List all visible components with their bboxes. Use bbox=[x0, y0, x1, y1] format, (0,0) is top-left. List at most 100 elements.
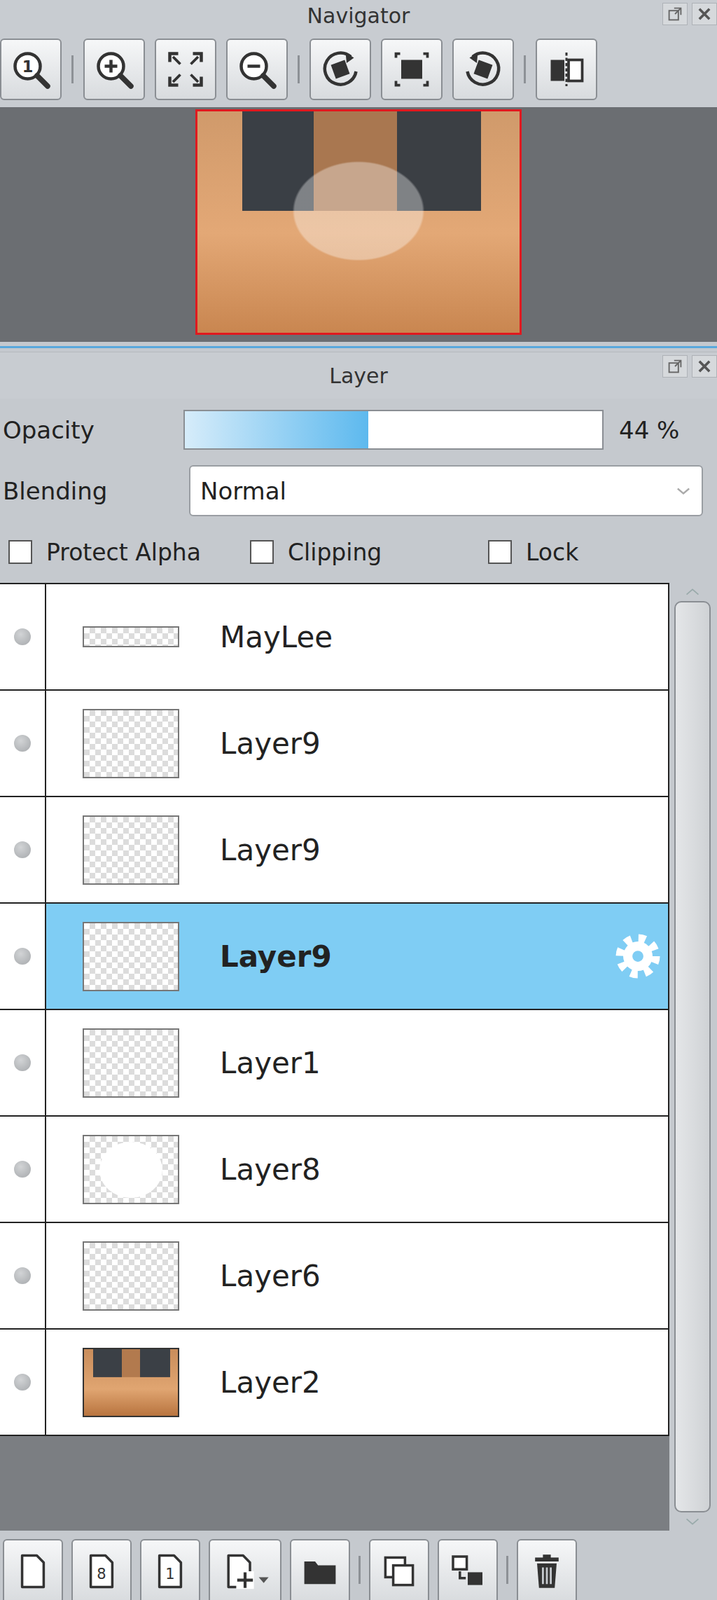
window-button[interactable] bbox=[662, 2, 688, 26]
option-label: Protect Alpha bbox=[46, 538, 201, 566]
window-buttons bbox=[662, 354, 717, 378]
layer-tool-button[interactable]: 8 bbox=[71, 1538, 132, 1600]
layer-thumbnail bbox=[82, 1240, 180, 1311]
layer-row[interactable]: Layer2 bbox=[0, 1328, 670, 1436]
visibility-dot bbox=[14, 840, 31, 858]
option-label: Lock bbox=[525, 538, 579, 566]
scroll-down-icon[interactable] bbox=[684, 1515, 701, 1526]
navigator-tool-button[interactable] bbox=[535, 38, 598, 101]
blending-value: Normal bbox=[200, 476, 675, 505]
layer-name: Layer9 bbox=[219, 938, 332, 974]
visibility-dot bbox=[14, 734, 31, 752]
scroll-up-icon[interactable] bbox=[684, 586, 701, 597]
layer-row[interactable]: Layer1 bbox=[0, 1009, 670, 1117]
window-button[interactable] bbox=[662, 354, 688, 378]
visibility-dot bbox=[14, 1053, 31, 1071]
layer-tool-button[interactable] bbox=[208, 1538, 282, 1600]
layer-list-area: MayLeeLayer9Layer9Layer9Layer1Layer8Laye… bbox=[0, 582, 717, 1530]
layer-tool-button[interactable] bbox=[289, 1538, 351, 1600]
svg-text:1: 1 bbox=[165, 1564, 175, 1582]
app: Navigator1LayerOpacity44 %BlendingNormal… bbox=[0, 0, 717, 1600]
layer-tool-button[interactable] bbox=[369, 1538, 430, 1600]
option-checkbox[interactable]: Lock bbox=[488, 538, 717, 566]
visibility-dot bbox=[14, 1373, 31, 1390]
rotate-reset-icon bbox=[390, 48, 433, 91]
layer-row[interactable]: Layer9 bbox=[0, 903, 670, 1010]
layer-thumbnail bbox=[82, 921, 180, 991]
opacity-fill bbox=[184, 411, 369, 449]
layer-name: Layer9 bbox=[219, 832, 321, 867]
visibility-toggle[interactable] bbox=[0, 690, 47, 796]
panel-divider[interactable] bbox=[0, 341, 717, 352]
layer-thumbnail bbox=[82, 602, 180, 672]
navigator-tool-button[interactable] bbox=[452, 38, 514, 101]
layer-item[interactable]: Layer2 bbox=[46, 1328, 668, 1434]
layer-item[interactable]: MayLee bbox=[46, 583, 668, 689]
thumbnail-circle bbox=[82, 1134, 180, 1204]
navigator-tool-button[interactable] bbox=[83, 38, 145, 101]
layer-row[interactable]: Layer6 bbox=[0, 1222, 670, 1329]
navigator-tool-button[interactable] bbox=[226, 38, 288, 101]
opacity-slider[interactable] bbox=[183, 409, 604, 450]
navigator-preview[interactable] bbox=[0, 107, 717, 342]
window-button[interactable] bbox=[691, 354, 717, 378]
layer-row[interactable]: Layer9 bbox=[0, 690, 670, 797]
navigator-panel: Navigator 1 bbox=[0, 0, 717, 342]
delete-icon bbox=[527, 1550, 567, 1591]
visibility-toggle[interactable] bbox=[0, 1328, 47, 1434]
option-checkbox[interactable]: Protect Alpha bbox=[8, 538, 250, 566]
dropdown-arrow-icon bbox=[674, 485, 692, 496]
visibility-toggle[interactable] bbox=[0, 1222, 47, 1328]
layer-tool-button[interactable] bbox=[516, 1538, 577, 1600]
option-label: Clipping bbox=[287, 538, 382, 566]
panel-title: Navigator bbox=[307, 3, 411, 29]
layer-item[interactable]: Layer9 bbox=[46, 903, 668, 1009]
thumbnail-empty bbox=[82, 921, 180, 991]
layer-panel: LayerOpacity44 %BlendingNormalProtect Al… bbox=[0, 351, 717, 1600]
checkbox[interactable] bbox=[249, 539, 274, 564]
svg-text:8: 8 bbox=[96, 1564, 106, 1582]
layer-thumbnail bbox=[82, 1347, 180, 1417]
navigator-tool-button[interactable] bbox=[380, 38, 443, 101]
layer-item[interactable]: Layer1 bbox=[46, 1009, 668, 1115]
layer-row[interactable]: Layer9 bbox=[0, 796, 670, 904]
visibility-toggle[interactable] bbox=[0, 1116, 47, 1222]
scrollbar-thumb[interactable] bbox=[674, 600, 711, 1512]
layer-row[interactable]: MayLee bbox=[0, 583, 670, 691]
layer-row[interactable]: Layer8 bbox=[0, 1116, 670, 1223]
gear-icon[interactable] bbox=[613, 931, 663, 981]
toolbar-separator bbox=[506, 1555, 509, 1584]
blending-row: BlendingNormal bbox=[0, 464, 717, 517]
layer-item[interactable]: Layer8 bbox=[46, 1116, 668, 1222]
checkbox[interactable] bbox=[8, 539, 33, 564]
rotate-left-icon bbox=[319, 48, 362, 91]
checkbox[interactable] bbox=[488, 539, 512, 564]
toolbar-separator bbox=[358, 1555, 361, 1584]
zoom-fit-icon bbox=[164, 48, 207, 91]
visibility-toggle[interactable] bbox=[0, 796, 47, 902]
window-button[interactable] bbox=[691, 2, 717, 26]
navigator-tool-button[interactable]: 1 bbox=[0, 38, 62, 101]
visibility-toggle[interactable] bbox=[0, 1009, 47, 1115]
panel-title: Layer bbox=[329, 363, 388, 388]
layer-toolbar: 81 bbox=[0, 1529, 717, 1600]
layer-thumbnail bbox=[82, 708, 180, 778]
navigator-tool-button[interactable] bbox=[154, 38, 217, 101]
float-icon bbox=[666, 357, 684, 375]
scrollbar[interactable] bbox=[670, 582, 715, 1530]
blending-dropdown[interactable]: Normal bbox=[189, 464, 703, 517]
layer-options: Protect Alpha Clipping Lock bbox=[0, 531, 717, 573]
navigator-tool-button[interactable] bbox=[309, 38, 372, 101]
visibility-toggle[interactable] bbox=[0, 583, 47, 689]
layer-item[interactable]: Layer9 bbox=[46, 690, 668, 796]
close-icon bbox=[695, 5, 713, 23]
add-layer-menu-icon bbox=[219, 1550, 271, 1591]
opacity-value: 44 % bbox=[618, 415, 680, 444]
layer-tool-button[interactable] bbox=[437, 1538, 498, 1600]
layer-item[interactable]: Layer9 bbox=[46, 796, 668, 902]
visibility-toggle[interactable] bbox=[0, 903, 47, 1009]
layer-tool-button[interactable] bbox=[2, 1538, 64, 1600]
option-checkbox[interactable]: Clipping bbox=[249, 538, 489, 566]
layer-item[interactable]: Layer6 bbox=[46, 1222, 668, 1328]
layer-tool-button[interactable]: 1 bbox=[140, 1538, 201, 1600]
